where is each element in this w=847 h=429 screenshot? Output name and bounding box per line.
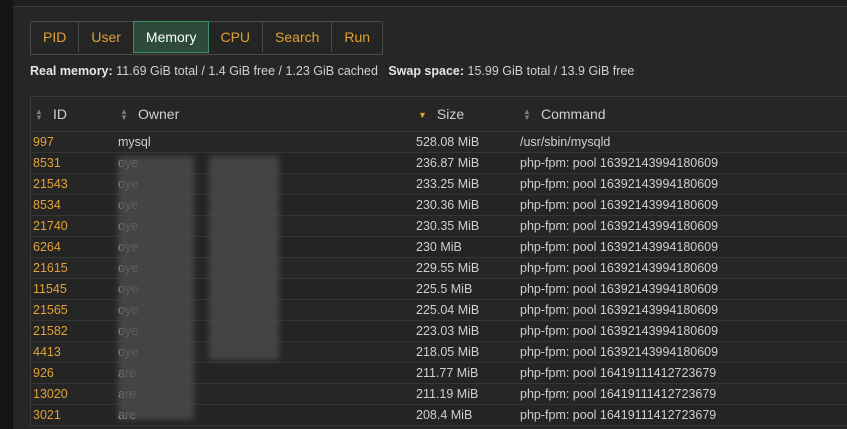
process-size: 223.03 MiB xyxy=(416,324,480,338)
process-id[interactable]: 13020 xyxy=(33,384,68,404)
tab-pid[interactable]: PID xyxy=(31,22,80,52)
swap-space-value: 15.99 GiB total / 13.9 GiB free xyxy=(467,64,635,78)
process-size: 233.25 MiB xyxy=(416,177,480,191)
process-id[interactable]: 926 xyxy=(33,363,54,383)
process-id[interactable]: 8534 xyxy=(33,195,61,215)
redacted-owner-block xyxy=(118,156,194,420)
process-command: php-fpm: pool 16392143994180609 xyxy=(520,156,719,170)
process-size: 230.36 MiB xyxy=(416,198,480,212)
process-owner: mysql xyxy=(118,135,151,149)
real-memory-label: Real memory: xyxy=(30,64,113,78)
table-header: ▲ ▼ ID ▲ ▼ Owner ▼ Size ▲ ▼ Command xyxy=(30,96,847,132)
process-id[interactable]: 8531 xyxy=(33,153,61,173)
column-owner-header[interactable]: ▲ ▼ Owner xyxy=(120,97,179,131)
process-command: php-fpm: pool 16392143994180609 xyxy=(520,261,719,275)
column-size-label: Size xyxy=(436,106,465,122)
process-command: php-fpm: pool 16392143994180609 xyxy=(520,303,719,317)
process-size: 208.4 MiB xyxy=(416,408,473,422)
process-size: 528.08 MiB xyxy=(416,135,480,149)
process-size: 230.35 MiB xyxy=(416,219,480,233)
sort-updown-icon: ▲ ▼ xyxy=(523,107,531,123)
process-command: /usr/sbin/mysqld xyxy=(520,135,611,149)
process-command: php-fpm: pool 16419111412723679 xyxy=(520,366,717,380)
swap-space-label: Swap space: xyxy=(388,64,465,78)
sort-updown-icon: ▲ ▼ xyxy=(120,107,128,123)
process-command: php-fpm: pool 16392143994180609 xyxy=(520,324,719,338)
column-command-label: Command xyxy=(541,106,606,122)
process-command: php-fpm: pool 16392143994180609 xyxy=(520,177,719,191)
column-id-header[interactable]: ▲ ▼ ID xyxy=(35,97,67,131)
left-sidebar-edge xyxy=(0,0,13,429)
tab-user[interactable]: User xyxy=(79,22,134,52)
process-command: php-fpm: pool 16392143994180609 xyxy=(520,198,719,212)
process-id[interactable]: 21582 xyxy=(33,321,68,341)
process-id[interactable]: 21740 xyxy=(33,216,68,236)
process-id[interactable]: 11545 xyxy=(33,279,67,299)
process-id[interactable]: 21565 xyxy=(33,300,68,320)
process-command: php-fpm: pool 16419111412723679 xyxy=(520,408,717,422)
process-id[interactable]: 6264 xyxy=(33,237,61,257)
sort-desc-icon: ▼ xyxy=(418,110,427,121)
sort-updown-icon: ▲ ▼ xyxy=(35,107,43,123)
process-size: 225.5 MiB xyxy=(416,282,473,296)
column-size-header[interactable]: ▼ Size xyxy=(418,97,464,131)
process-size: 230 MiB xyxy=(416,240,462,254)
memory-summary: Real memory: 11.69 GiB total / 1.4 GiB f… xyxy=(30,64,634,78)
tab-search[interactable]: Search xyxy=(263,22,333,52)
process-size: 229.55 MiB xyxy=(416,261,480,275)
process-command: php-fpm: pool 16392143994180609 xyxy=(520,345,719,359)
process-size: 218.05 MiB xyxy=(416,345,480,359)
process-size: 225.04 MiB xyxy=(416,303,480,317)
column-command-header[interactable]: ▲ ▼ Command xyxy=(523,97,606,131)
column-id-label: ID xyxy=(53,106,67,122)
process-size: 236.87 MiB xyxy=(416,156,480,170)
process-command: php-fpm: pool 16419111412723679 xyxy=(520,387,717,401)
process-command: php-fpm: pool 16392143994180609 xyxy=(520,282,719,296)
process-id[interactable]: 997 xyxy=(33,132,54,152)
column-owner-label: Owner xyxy=(138,106,180,122)
process-id[interactable]: 21615 xyxy=(33,258,68,278)
process-size: 211.19 MiB xyxy=(416,387,479,401)
tab-memory[interactable]: Memory xyxy=(132,21,210,53)
process-command: php-fpm: pool 16392143994180609 xyxy=(520,219,719,233)
process-id[interactable]: 21543 xyxy=(33,174,68,194)
process-id[interactable]: 4413 xyxy=(33,342,61,362)
process-size: 211.77 MiB xyxy=(416,366,479,380)
real-memory-value: 11.69 GiB total / 1.4 GiB free / 1.23 Gi… xyxy=(116,64,378,78)
tab-cpu[interactable]: CPU xyxy=(208,22,264,52)
process-tabs: PID User Memory CPU Search Run xyxy=(30,21,384,55)
process-command: php-fpm: pool 16392143994180609 xyxy=(520,240,719,254)
table-row[interactable]: 997 mysql 528.08 MiB/usr/sbin/mysqld xyxy=(30,132,847,153)
redacted-owner-block xyxy=(209,156,279,360)
tab-run[interactable]: Run xyxy=(332,22,382,52)
process-id[interactable]: 3021 xyxy=(33,405,61,425)
